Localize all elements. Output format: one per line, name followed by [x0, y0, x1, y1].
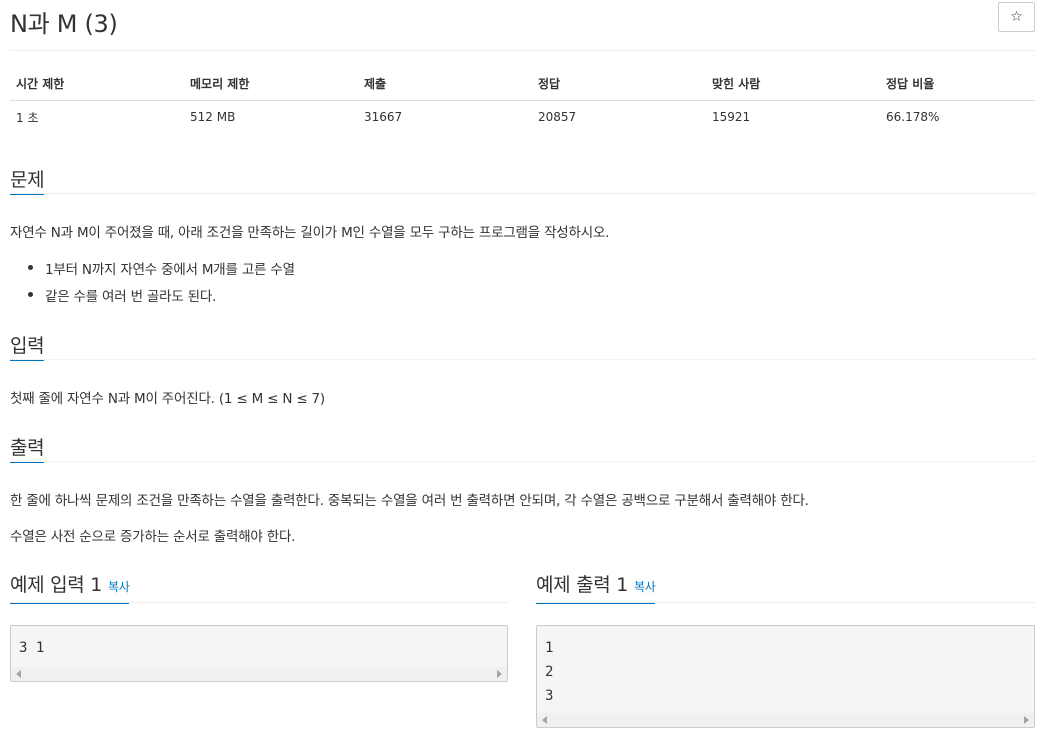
output-order-note: 수열은 사전 순으로 증가하는 순서로 출력해야 한다. [10, 529, 296, 545]
value-time-limit: 1 초 [16, 110, 39, 125]
scroll-left-icon[interactable] [542, 716, 547, 724]
star-button[interactable]: ☆ [998, 2, 1035, 32]
header-time-limit: 시간 제한 [10, 68, 184, 101]
problem-heading: 문제 [10, 165, 45, 195]
output-heading: 출력 [10, 433, 45, 463]
copy-sample-input-button[interactable]: 복사 [108, 580, 130, 594]
output-description: 한 줄에 하나씩 문제의 조건을 만족하는 수열을 출력한다. 중복되는 수열을… [10, 493, 809, 509]
title-divider [10, 50, 1035, 51]
value-submissions[interactable]: 31667 [358, 100, 532, 134]
scroll-right-icon[interactable] [1024, 716, 1029, 724]
problem-info-table: 시간 제한 메모리 제한 제출 정답 맞힌 사람 정답 비율 1 초 512 M… [10, 68, 1035, 134]
value-accept-ratio: 66.178% [886, 110, 940, 125]
input-description: 첫째 줄에 자연수 N과 M이 주어진다. (1 ≤ M ≤ N ≤ 7) [10, 391, 325, 407]
value-accepted: 20857 [538, 110, 577, 125]
sample-output-scrollbar[interactable] [537, 713, 1034, 727]
sample-input-scrollbar[interactable] [11, 667, 507, 681]
scroll-right-icon[interactable] [497, 670, 502, 678]
sample-output-box[interactable]: 1 2 3 [536, 625, 1035, 728]
sample-input-line: 3 1 [19, 640, 45, 656]
sample-output-line: 3 [545, 688, 554, 704]
header-solved-users: 맞힌 사람 [706, 68, 880, 101]
sample-input-header: 예제 입력 1 복사 [10, 569, 508, 604]
input-section-header: 입력 [10, 330, 1035, 361]
info-value-row: 1 초 512 MB 31667 20857 15921 66.178% [10, 100, 1035, 134]
header-accept-ratio: 정답 비율 [880, 68, 1035, 101]
header-accepted: 정답 [532, 68, 706, 101]
sample-output-heading: 예제 출력 1 복사 [536, 570, 656, 604]
sample-output-title: 예제 출력 1 [536, 574, 628, 596]
list-item: 1부터 N까지 자연수 중에서 M개를 고른 수열 [28, 258, 295, 285]
sample-input-title: 예제 입력 1 [10, 574, 102, 596]
value-solved-users: 15921 [712, 110, 751, 125]
output-section-header: 출력 [10, 432, 1035, 463]
sample-output-header: 예제 출력 1 복사 [536, 569, 1035, 604]
copy-sample-output-button[interactable]: 복사 [634, 580, 656, 594]
scroll-left-icon[interactable] [16, 670, 21, 678]
input-heading: 입력 [10, 331, 45, 361]
header-submissions: 제출 [358, 68, 532, 101]
sample-input-heading: 예제 입력 1 복사 [10, 570, 130, 604]
problem-conditions-list: 1부터 N까지 자연수 중에서 M개를 고른 수열 같은 수를 여러 번 골라도… [28, 258, 295, 312]
problem-description: 자연수 N과 M이 주어졌을 때, 아래 조건을 만족하는 길이가 M인 수열을… [10, 225, 610, 241]
info-header-row: 시간 제한 메모리 제한 제출 정답 맞힌 사람 정답 비율 [10, 68, 1035, 101]
star-icon: ☆ [1010, 9, 1023, 25]
value-memory-limit: 512 MB [190, 110, 236, 125]
sample-output-line: 1 [545, 640, 554, 656]
page-title: N과 M (3) [10, 10, 118, 38]
sample-input-box[interactable]: 3 1 [10, 625, 508, 682]
problem-section-header: 문제 [10, 164, 1035, 195]
list-item: 같은 수를 여러 번 골라도 된다. [28, 285, 295, 312]
header-memory-limit: 메모리 제한 [184, 68, 358, 101]
sample-output-line: 2 [545, 664, 554, 680]
